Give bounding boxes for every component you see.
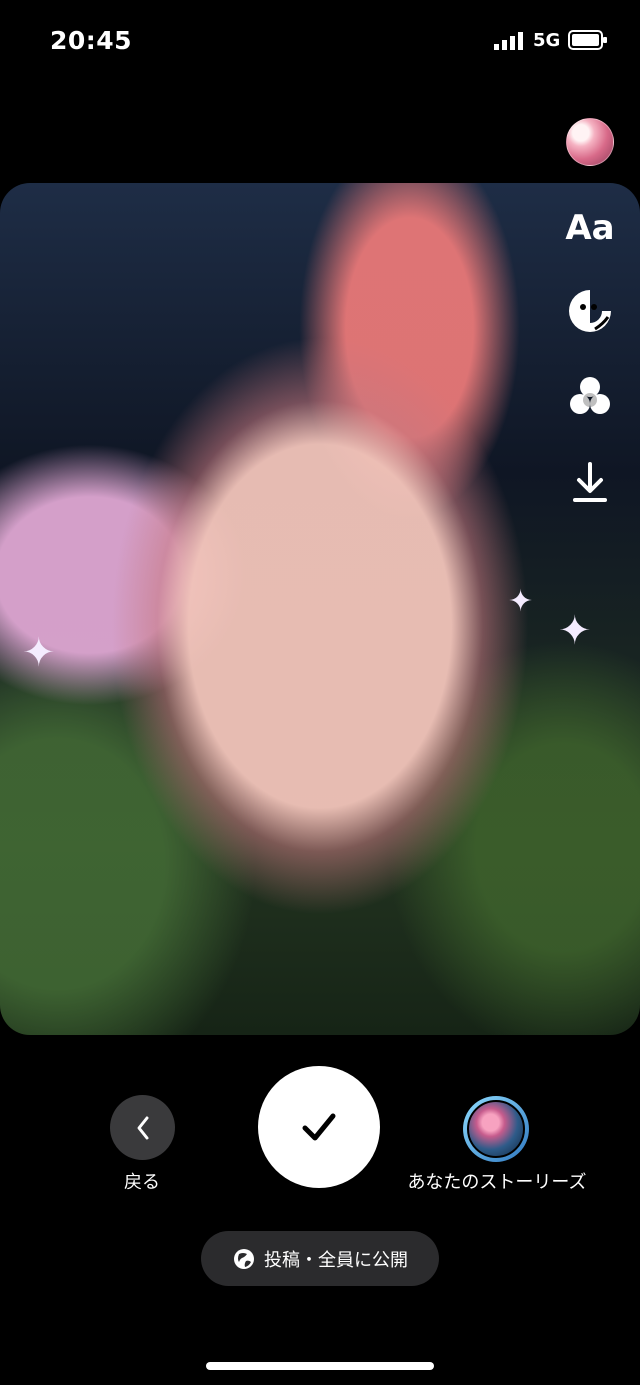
chevron-left-icon bbox=[137, 1116, 148, 1139]
sparkle-icon: ✦ bbox=[508, 584, 534, 619]
download-icon[interactable] bbox=[565, 458, 615, 508]
effects-icon[interactable] bbox=[565, 372, 615, 422]
profile-thumbnail[interactable] bbox=[566, 118, 614, 166]
checkmark-icon bbox=[302, 1113, 336, 1141]
globe-icon bbox=[234, 1248, 254, 1269]
your-story-button[interactable] bbox=[463, 1096, 529, 1162]
sticker-icon[interactable] bbox=[565, 286, 615, 336]
sparkle-icon: ✦ bbox=[22, 630, 56, 676]
battery-icon bbox=[568, 30, 607, 50]
confirm-button[interactable] bbox=[258, 1066, 380, 1188]
privacy-pill[interactable]: 投稿・全員に公開 bbox=[201, 1231, 439, 1286]
back-label: 戻る bbox=[124, 1172, 160, 1193]
sparkle-icon: ✦ bbox=[558, 608, 592, 654]
status-bar: 20:45 5G bbox=[0, 0, 640, 80]
your-story-label: あなたのストーリーズ bbox=[407, 1172, 587, 1193]
network-type: 5G bbox=[533, 30, 561, 51]
story-avatar bbox=[467, 1100, 525, 1158]
back-button[interactable] bbox=[110, 1095, 175, 1160]
signal-icon bbox=[494, 32, 523, 50]
home-indicator[interactable] bbox=[206, 1362, 434, 1370]
story-photo: ✦ ✦ ✦ bbox=[0, 183, 640, 1035]
text-tool-button[interactable]: Aa bbox=[565, 201, 615, 255]
clock: 20:45 bbox=[50, 26, 133, 55]
privacy-label: 投稿・全員に公開 bbox=[264, 1249, 408, 1271]
